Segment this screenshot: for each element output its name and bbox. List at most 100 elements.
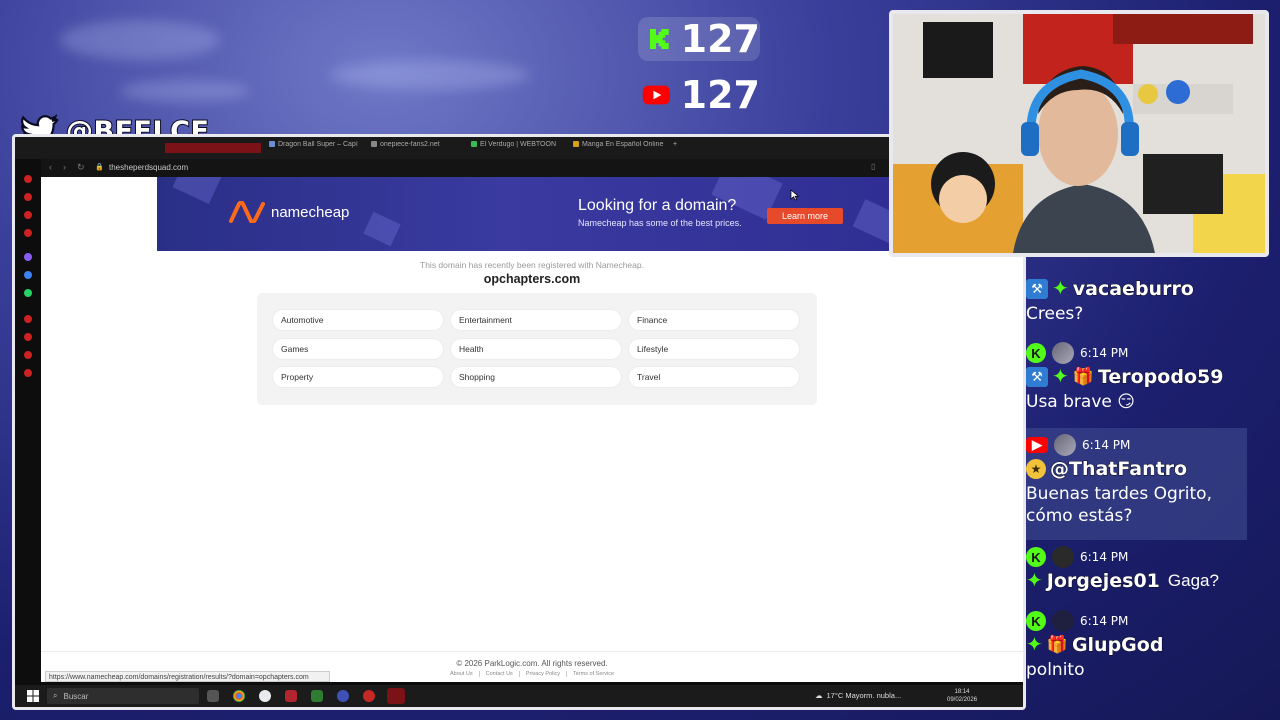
settings-icon[interactable] <box>24 369 32 377</box>
moderator-badge-icon: ⚒ <box>1026 279 1048 299</box>
chat-text: Gaga? <box>1167 571 1219 590</box>
sidebar-app-icon[interactable] <box>24 351 32 359</box>
category-entertainment[interactable]: Entertainment <box>451 310 621 330</box>
webcam-image <box>893 14 1265 253</box>
forward-icon[interactable]: › <box>63 162 66 172</box>
browser-sidebar <box>15 159 41 689</box>
tab-manga[interactable]: Manga En Español Online <box>573 141 673 155</box>
chat-timestamp: 6:14 PM <box>1080 614 1129 628</box>
chat-message: K 6:14 PM ✦ Jorgejes01 Gaga? <box>1026 546 1247 593</box>
app-icon[interactable] <box>337 690 349 702</box>
app-icon[interactable] <box>285 690 297 702</box>
active-app-icon[interactable] <box>387 688 405 704</box>
footer-divider <box>41 651 1023 652</box>
mouse-cursor-icon <box>790 189 799 201</box>
weather-widget[interactable]: ☁ 17°C Mayorm. nubla... <box>815 691 901 700</box>
copyright-text: © 2026 ParkLogic.com. All rights reserve… <box>456 659 608 668</box>
screen-capture: Dragon Ball Super – Capí onepiece-fans2.… <box>12 134 1026 710</box>
footer-link-privacy[interactable]: Privacy Policy <box>518 671 560 677</box>
category-health[interactable]: Health <box>451 339 621 359</box>
app-icon[interactable] <box>311 690 323 702</box>
chrome-icon[interactable] <box>233 690 245 702</box>
browser-tab-strip: Dragon Ball Super – Capí onepiece-fans2.… <box>15 137 1023 159</box>
category-lifestyle[interactable]: Lifestyle <box>629 339 799 359</box>
category-automotive[interactable]: Automotive <box>273 310 443 330</box>
clock-date: 09/02/2026 <box>947 697 978 703</box>
chat-message: ⚒ ✦ vacaeburro Crees? <box>1026 276 1247 325</box>
clock-time: 18:14 <box>954 689 970 695</box>
sidebar-app-icon[interactable] <box>24 175 32 183</box>
category-shopping[interactable]: Shopping <box>451 367 621 387</box>
youtube-logo-icon <box>642 85 670 105</box>
namecheap-wordmark: namecheap <box>271 203 350 221</box>
category-panel: Automotive Entertainment Finance Games H… <box>257 293 817 405</box>
cloud-icon: ☁ <box>815 691 823 700</box>
task-view-icon[interactable] <box>207 690 219 702</box>
app-icon[interactable] <box>363 690 375 702</box>
whatsapp-icon[interactable] <box>24 289 32 297</box>
parked-domain-page: namecheap Looking for a domain? Namechea… <box>41 177 1023 682</box>
chat-timestamp: 6:14 PM <box>1082 438 1131 452</box>
sidebar-app-icon[interactable] <box>24 211 32 219</box>
kick-viewer-counter: 127 <box>638 17 760 61</box>
registered-note: This domain has recently been registered… <box>420 260 644 270</box>
browser-icon[interactable] <box>259 690 271 702</box>
banner-decoration <box>172 177 222 205</box>
chat-timestamp: 6:14 PM <box>1080 550 1129 564</box>
kick-badge-icon: K <box>1026 547 1046 567</box>
background-cloud <box>330 60 530 90</box>
tab-favicon-icon <box>573 141 579 148</box>
category-travel[interactable]: Travel <box>629 367 799 387</box>
kick-badge-icon: K <box>1026 343 1046 363</box>
bookmark-icon[interactable]: ▯ <box>871 162 875 171</box>
tab-favicon-icon <box>269 141 275 148</box>
taskbar-search[interactable]: ⌕ Buscar <box>47 688 199 704</box>
twitch-icon[interactable] <box>24 253 32 261</box>
chat-message: K 6:14 PM ⚒ ✦ 🎁 Teropodo59 Usa brave 😏 <box>1026 342 1247 413</box>
chat-timestamp: 6:14 PM <box>1080 346 1129 360</box>
banner-title: Looking for a domain? <box>578 197 737 214</box>
chat-text: polnito <box>1026 660 1085 680</box>
tab-webtoon[interactable]: El Verdugo | WEBTOON <box>471 141 571 155</box>
category-games[interactable]: Games <box>273 339 443 359</box>
category-finance[interactable]: Finance <box>629 310 799 330</box>
new-tab-button[interactable]: + <box>673 141 685 155</box>
url-field[interactable]: thesheperdsquad.com <box>109 163 188 172</box>
member-star-icon: ★ <box>1026 459 1046 479</box>
youtube-badge-icon: ▶ <box>1026 437 1048 453</box>
footer-link-terms[interactable]: Terms of Service <box>566 671 614 677</box>
footer-link-contact[interactable]: Contact Us <box>478 671 513 677</box>
kick-viewer-count: 127 <box>680 17 760 61</box>
footer-link-about[interactable]: About Us <box>450 671 473 677</box>
sparkle-badge-icon: ✦ <box>1026 634 1043 656</box>
chat-username: Teropodo59 <box>1097 366 1224 389</box>
chat-text: Crees? <box>1026 304 1084 324</box>
chat-username: @ThatFantro <box>1049 458 1188 481</box>
gift-badge-icon: 🎁 <box>1046 635 1068 654</box>
address-bar: ‹ › ↻ 🔒 thesheperdsquad.com ▯ <box>41 159 1023 177</box>
category-property[interactable]: Property <box>273 367 443 387</box>
tab-favicon-icon <box>371 141 377 148</box>
lock-icon: 🔒 <box>95 164 104 171</box>
chat-text: Usa brave 😏 <box>1026 392 1135 412</box>
tab-onepiece[interactable]: onepiece-fans2.net <box>371 141 461 155</box>
sidebar-app-icon[interactable] <box>24 229 32 237</box>
sidebar-app-icon[interactable] <box>24 315 32 323</box>
reload-icon[interactable]: ↻ <box>77 162 85 173</box>
history-icon[interactable] <box>24 333 32 341</box>
learn-more-button[interactable]: Learn more <box>767 208 843 224</box>
tab-dragon-ball[interactable]: Dragon Ball Super – Capí <box>269 141 361 155</box>
webcam-feed <box>889 10 1269 257</box>
messenger-icon[interactable] <box>24 271 32 279</box>
windows-start-icon[interactable] <box>27 690 39 702</box>
sidebar-app-icon[interactable] <box>24 193 32 201</box>
background-cloud <box>120 80 250 102</box>
youtube-viewer-counter: 127 <box>638 73 760 117</box>
search-icon: ⌕ <box>53 691 58 700</box>
chat-message: K 6:14 PM ✦ 🎁 GlupGod polnito <box>1026 610 1247 681</box>
avatar <box>1052 610 1074 632</box>
back-icon[interactable]: ‹ <box>49 162 52 172</box>
namecheap-n-icon <box>229 201 265 223</box>
active-tab[interactable] <box>165 143 261 153</box>
taskbar-clock[interactable]: 18:14 09/02/2026 <box>947 688 977 704</box>
